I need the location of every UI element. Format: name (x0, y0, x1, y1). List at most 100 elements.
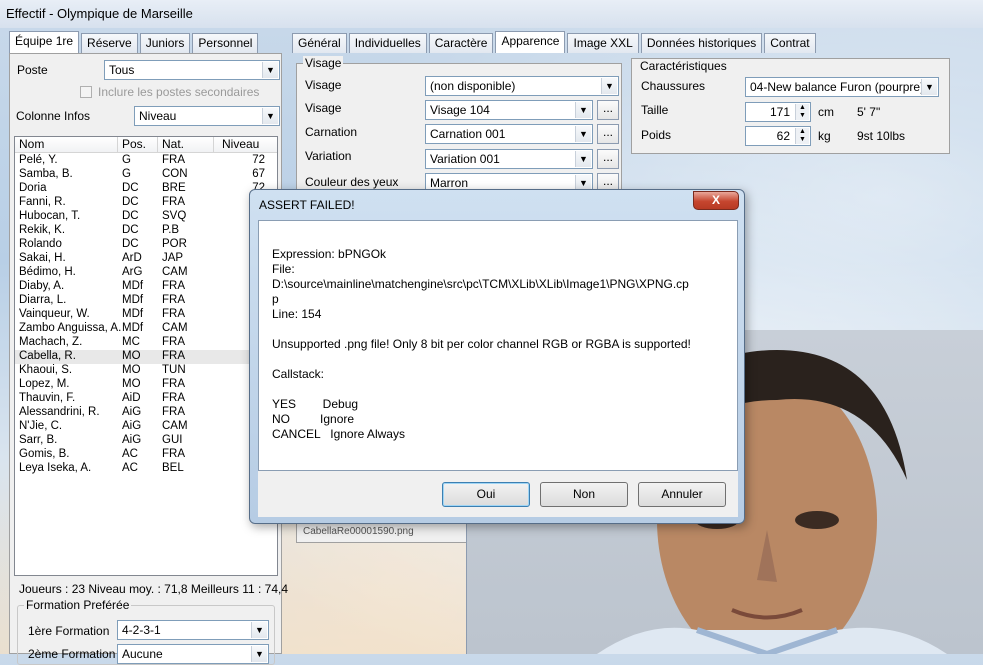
message-line: Unsupported .png file! Only 8 bit per co… (272, 337, 691, 351)
tab-reserve[interactable]: Réserve (81, 33, 138, 53)
player-position: AC (122, 462, 138, 474)
player-position: G (122, 168, 131, 180)
tab-contrat[interactable]: Contrat (764, 33, 816, 53)
player-position: MO (122, 378, 141, 390)
column-header-pos[interactable]: Pos. (118, 137, 158, 153)
tab-juniors[interactable]: Juniors (139, 33, 191, 53)
variation-browse-button[interactable]: ... (597, 149, 619, 169)
player-position: DC (122, 196, 139, 208)
oui-button[interactable]: Oui (442, 482, 530, 507)
close-icon[interactable]: X (693, 191, 739, 210)
player-nationality: GUI (162, 434, 183, 446)
player-nationality: FRA (162, 350, 185, 362)
player-nationality: FRA (162, 308, 185, 320)
tab-image-xxl[interactable]: Image XXL (567, 33, 639, 53)
column-header-nom[interactable]: Nom (15, 137, 118, 153)
summary-stats: Joueurs : 23 Niveau moy. : 71,8 Meilleur… (19, 582, 289, 596)
variation-select[interactable]: Variation 001 ▼ (425, 149, 593, 169)
poste-select[interactable]: Tous ▼ (104, 60, 280, 80)
table-row[interactable]: N'Jie, C.AiGCAM72 (15, 420, 273, 434)
column-header-nat[interactable]: Nat. (158, 137, 214, 153)
tab-caractere[interactable]: Caractère (428, 33, 494, 53)
first-formation-select[interactable]: 4-2-3-1 ▼ (117, 620, 269, 640)
taille-label: Taille (641, 103, 669, 117)
player-nationality: TUN (162, 364, 186, 376)
table-row[interactable]: Alessandrini, R.AiGFRA74 (15, 406, 273, 420)
table-row[interactable]: Bédimo, H.ArGCAM73 (15, 266, 273, 280)
message-line: p (272, 292, 279, 306)
secondary-positions-checkbox[interactable] (80, 86, 92, 98)
message-line: YES Debug (272, 397, 359, 411)
table-row[interactable]: Khaoui, S.MOTUN67 (15, 364, 273, 378)
players-list[interactable]: Nom Pos. Nat. Niveau Pelé, Y. G FRA 72 Samba… (14, 136, 278, 576)
chevron-down-icon: ▼ (575, 151, 591, 167)
player-position: DC (122, 210, 139, 222)
player-nationality: BRE (162, 182, 186, 194)
face-file-name: CabellaRe00001590.png (303, 526, 414, 537)
table-row[interactable]: Vainqueur, W.MDfFRA71 (15, 308, 273, 322)
carnation-browse-button[interactable]: ... (597, 124, 619, 144)
visage-select-1[interactable]: (non disponible) ▼ (425, 76, 619, 96)
table-row[interactable]: RolandoDCPOR74 (15, 238, 273, 252)
player-name: Zambo Anguissa, A. (19, 322, 122, 334)
player-nationality: P.B (162, 224, 180, 236)
non-button[interactable]: Non (540, 482, 628, 507)
visage-select-2[interactable]: Visage 104 ▼ (425, 100, 593, 120)
table-row[interactable]: Doria DC BRE 72 (15, 182, 273, 196)
column-header-niveau[interactable]: Niveau (214, 137, 277, 153)
message-line: NO Ignore (272, 412, 355, 426)
player-position: MDf (122, 322, 144, 334)
player-position: ArD (122, 252, 142, 264)
table-row[interactable]: Thauvin, F.AiDFRA75 (15, 392, 273, 406)
tab-equipe-1re[interactable]: Équipe 1re (9, 31, 80, 53)
table-row[interactable]: Fanni, R.DCFRA75 (15, 196, 273, 210)
player-name: Cabella, R. (19, 350, 76, 362)
formation-group-title: Formation Preférée (24, 598, 132, 612)
taille-stepper[interactable]: 171 ▲ ▼ (745, 102, 811, 122)
secondary-positions-label: Inclure les postes secondaires (98, 85, 260, 99)
tab-personnel[interactable]: Personnel (192, 33, 259, 53)
table-row[interactable]: Pelé, Y. G FRA 72 (15, 154, 273, 168)
table-row[interactable]: Zambo Anguissa, A.MDfCAM64 (15, 322, 273, 336)
tab-apparence[interactable]: Apparence (495, 31, 566, 53)
table-row[interactable]: Cabella, R.MOFRA74 (15, 350, 273, 364)
player-position: MC (122, 336, 140, 348)
player-level: 72 (252, 154, 265, 166)
poids-stepper[interactable]: 62 ▲ ▼ (745, 126, 811, 146)
chevron-down-icon: ▼ (251, 646, 267, 662)
chaussures-select[interactable]: 04-New balance Furon (pourpre) ▼ (745, 77, 939, 97)
player-nationality: CAM (162, 420, 188, 432)
table-row[interactable]: Diarra, L.MDfFRA78 (15, 294, 273, 308)
visage-browse-button[interactable]: ... (597, 100, 619, 120)
player-position: MO (122, 350, 141, 362)
carnation-select[interactable]: Carnation 001 ▼ (425, 124, 593, 144)
message-line: D:\source\mainline\matchengine\src\pc\TC… (272, 277, 689, 291)
spinner-arrows-icon[interactable]: ▲ ▼ (795, 104, 809, 120)
table-row[interactable]: Samba, B. G CON 67 (15, 168, 273, 182)
second-formation-select[interactable]: Aucune ▼ (117, 644, 269, 664)
table-row[interactable]: Sakai, H.ArDJAP73 (15, 252, 273, 266)
player-position: AiG (122, 434, 142, 446)
tab-donnees-historiques[interactable]: Données historiques (640, 33, 763, 53)
player-position: AiG (122, 420, 142, 432)
message-line: Expression: bPNGOk (272, 247, 387, 261)
colonne-infos-label: Colonne Infos (16, 109, 91, 123)
tab-individuelles[interactable]: Individuelles (348, 33, 427, 53)
table-row[interactable]: Lopez, M.MOFRA66 (15, 378, 273, 392)
table-row[interactable]: Hubocan, T.DCSVQ72 (15, 210, 273, 224)
tab-general[interactable]: Général (292, 33, 347, 53)
assert-dialog: ASSERT FAILED! X Expression: bPNGOk File… (249, 189, 745, 524)
annuler-button[interactable]: Annuler (638, 482, 726, 507)
spinner-arrows-icon[interactable]: ▲ ▼ (795, 128, 809, 144)
colonne-infos-select[interactable]: Niveau ▼ (134, 106, 280, 126)
player-position: MO (122, 364, 141, 376)
second-formation-label: 2ème Formation (28, 647, 116, 661)
message-line: CANCEL Ignore Always (272, 427, 405, 441)
table-row[interactable]: Sarr, B.AiGGUI73 (15, 434, 273, 448)
table-row[interactable]: Gomis, B.ACFRA78 (15, 448, 273, 462)
poids-unit: kg (818, 129, 831, 143)
table-row[interactable]: Machach, Z.MCFRA67 (15, 336, 273, 350)
table-row[interactable]: Rekik, K.DCP.B70 (15, 224, 273, 238)
table-row[interactable]: Leya Iseka, A.ACBEL68 (15, 462, 273, 476)
table-row[interactable]: Diaby, A.MDfFRA74 (15, 280, 273, 294)
